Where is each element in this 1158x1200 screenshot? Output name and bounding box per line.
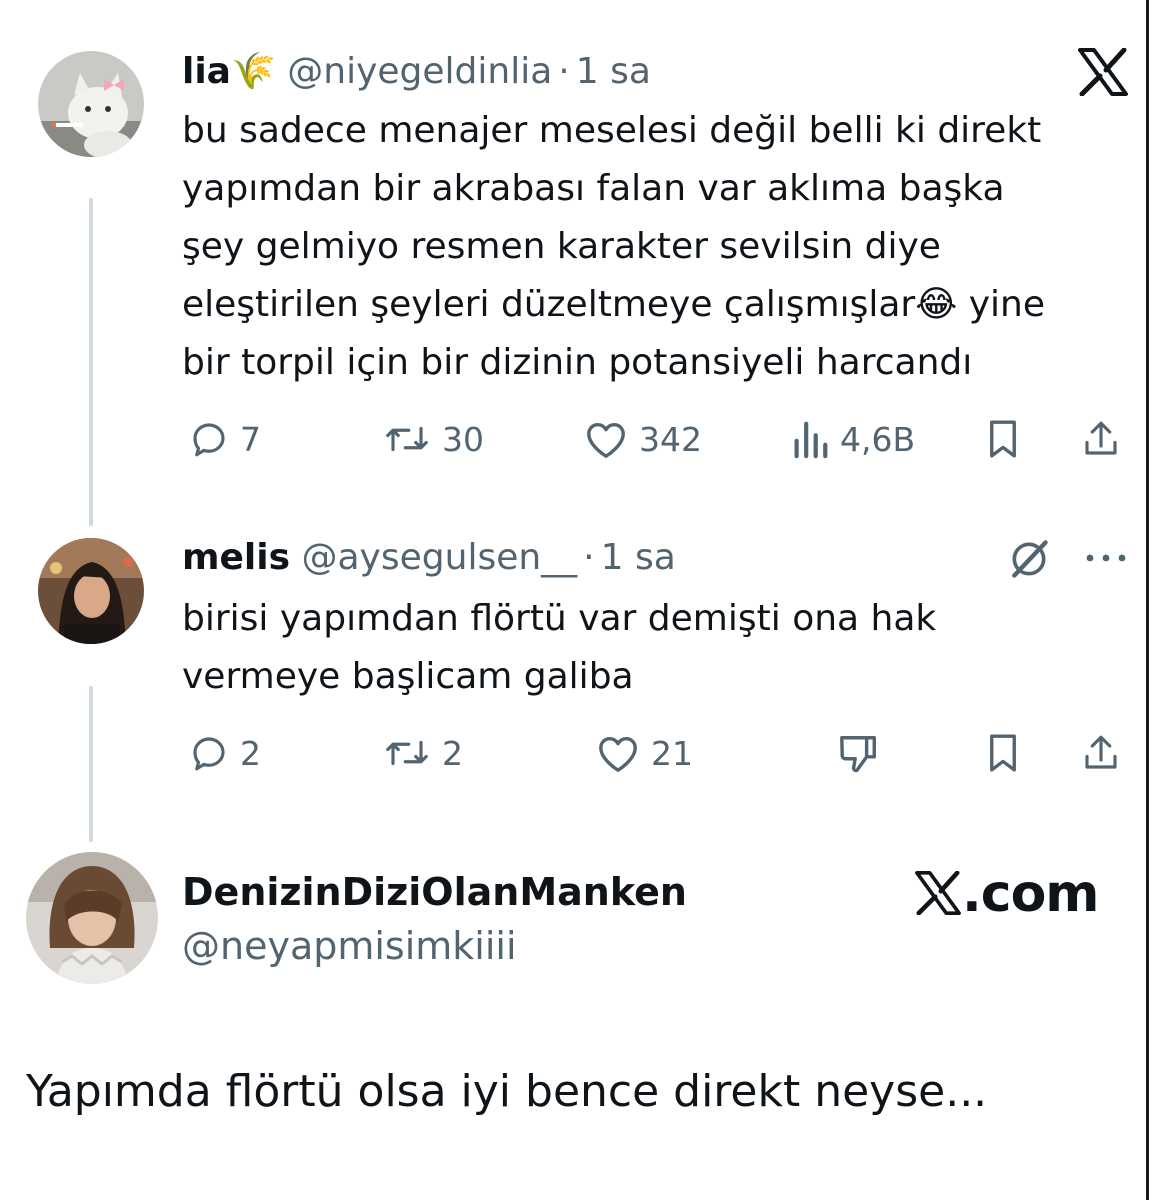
retweet-count: 2 (442, 733, 463, 773)
separator: · (583, 537, 595, 578)
site-label: .com (962, 864, 1099, 924)
tweet-text-line: birisi yapımdan flörtü var demişti ona h… (182, 598, 937, 639)
display-name[interactable]: melis (182, 537, 290, 578)
grok-icon[interactable] (1007, 537, 1051, 581)
retweet-count: 30 (442, 419, 484, 459)
handle[interactable]: @niyegeldinlia (287, 51, 552, 92)
more-dots-icon[interactable] (1084, 548, 1128, 568)
tweet-text-line: bir torpil için bir dizinin potansiyeli … (182, 342, 973, 383)
heart-icon (599, 736, 637, 772)
right-edge-bar (1146, 0, 1149, 1200)
thread-line (89, 686, 93, 842)
tweet-text-line: eleştirilen şeyleri düzeltmeye çalışmışl… (182, 284, 1046, 325)
tweet-text: bu sadece menajer meselesi değil belli k… (182, 102, 1132, 392)
display-name[interactable]: lia (182, 51, 231, 92)
timestamp[interactable]: 1 sa (601, 537, 676, 578)
share-icon (1085, 421, 1117, 455)
x-logo (915, 871, 961, 915)
bookmark-button[interactable] (988, 418, 1018, 460)
share-button[interactable] (1080, 418, 1122, 460)
separator: · (558, 51, 570, 92)
views-button[interactable]: 4,6B (790, 418, 915, 460)
tweet-text-line: bu sadece menajer meselesi değil belli k… (182, 110, 1042, 151)
retweet-button[interactable]: 2 (382, 732, 463, 774)
bookmark-icon (990, 420, 1016, 458)
timestamp[interactable]: 1 sa (576, 51, 651, 92)
retweet-icon (386, 426, 428, 452)
like-count: 342 (639, 419, 702, 459)
reply-count: 7 (240, 419, 261, 459)
like-count: 21 (651, 733, 693, 773)
reply-icon (193, 737, 225, 771)
avatar-melis[interactable] (38, 538, 144, 644)
retweet-icon (386, 740, 428, 766)
tweet-text: birisi yapımdan flörtü var demişti ona h… (182, 590, 1132, 706)
x-logo (1078, 48, 1128, 96)
thread-line (89, 198, 93, 526)
tweet-header: melis @aysegulsen__ · 1 sa (182, 536, 676, 580)
views-icon (794, 421, 828, 459)
view-count: 4,6B (840, 419, 916, 459)
tweet-text-line: yapımdan bir akrabası falan var aklıma b… (182, 168, 1005, 209)
heart-icon (587, 422, 625, 458)
bookmark-button[interactable] (988, 732, 1018, 774)
cat-with-bow-avatar (38, 51, 144, 157)
share-button[interactable] (1080, 732, 1122, 774)
author-name[interactable]: DenizinDiziOlanManken (182, 868, 687, 916)
reply-button[interactable]: 7 (188, 418, 261, 460)
like-button[interactable]: 342 (583, 418, 702, 460)
bookmark-icon (990, 734, 1016, 772)
reply-icon (193, 423, 225, 457)
reply-button[interactable]: 2 (188, 732, 261, 774)
woman-portrait-avatar (38, 538, 144, 644)
reply-count: 2 (240, 733, 261, 773)
tweet-header: lia🌾 @niyegeldinlia · 1 sa (182, 50, 651, 94)
rice-emoji: 🌾 (230, 51, 276, 92)
mannequin-avatar (26, 852, 158, 984)
main-tweet-text: Yapımda flörtü olsa iyi bence direkt ney… (26, 1066, 988, 1117)
share-icon (1085, 735, 1117, 769)
tweet-text-line: şey gelmiyo resmen karakter sevilsin diy… (182, 226, 941, 267)
retweet-button[interactable]: 30 (382, 418, 484, 460)
author-handle[interactable]: @neyapmisimkiiii (182, 922, 517, 970)
tweet-text-line: vermeye başlicam galiba (182, 656, 634, 697)
thumbs-down-icon (840, 736, 876, 773)
x-com-watermark: .com (914, 864, 1099, 924)
like-button[interactable]: 21 (595, 732, 693, 774)
handle[interactable]: @aysegulsen__ (302, 537, 578, 578)
avatar-lia[interactable] (38, 51, 144, 157)
avatar-author[interactable] (26, 852, 158, 984)
downvote-button[interactable] (836, 732, 882, 774)
